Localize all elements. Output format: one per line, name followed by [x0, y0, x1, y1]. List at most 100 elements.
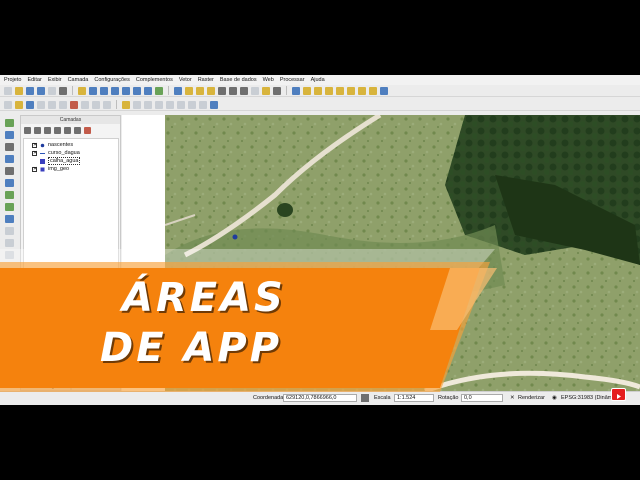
scale-field[interactable]: 1:1.524	[394, 394, 434, 402]
pan-icon[interactable]	[78, 86, 86, 95]
plugin-7-icon[interactable]	[358, 86, 366, 95]
delete-selected-icon[interactable]	[70, 100, 78, 109]
save-edits-icon[interactable]	[26, 100, 34, 109]
text-annotation-icon[interactable]	[273, 86, 281, 95]
current-edits-icon[interactable]	[4, 100, 12, 109]
menu-base-de-dados[interactable]: Base de dados	[220, 77, 257, 83]
plugin-8-icon[interactable]	[369, 86, 377, 95]
add-oracle-icon[interactable]	[4, 179, 14, 187]
refresh-icon[interactable]	[155, 86, 163, 95]
select-by-value-icon[interactable]	[196, 86, 204, 95]
add-vector-icon[interactable]	[4, 119, 14, 127]
plugin-6-icon[interactable]	[347, 86, 355, 95]
remove-layer-icon[interactable]	[84, 126, 91, 134]
layer-item-curso-dagua[interactable]: ✕ curso_dagua	[24, 149, 118, 157]
coordinate-field[interactable]: 629120,0,7866966,0	[283, 394, 357, 402]
layout-manager-icon[interactable]	[59, 86, 67, 95]
add-spatialite-icon[interactable]	[4, 155, 14, 163]
rotation-field[interactable]: 0,0	[461, 394, 503, 402]
save-project-icon[interactable]	[26, 86, 34, 95]
collapse-all-icon[interactable]	[74, 126, 81, 134]
expand-all-icon[interactable]	[64, 126, 71, 134]
toggle-editing-icon[interactable]	[15, 100, 23, 109]
python-console-icon[interactable]	[380, 86, 388, 95]
zoom-out-icon[interactable]	[111, 86, 119, 95]
zoom-layer-icon[interactable]	[133, 86, 141, 95]
layer-item-img-geo[interactable]: ✕ img_geo	[24, 165, 118, 173]
tab-camadas[interactable]: Camadas	[70, 381, 121, 391]
menu-complementos[interactable]: Complementos	[136, 77, 173, 83]
layer-visibility-checkbox[interactable]: ✕	[32, 166, 37, 172]
pan-to-selection-icon[interactable]	[89, 86, 97, 95]
layer-visibility-checkbox[interactable]: ✕	[32, 150, 37, 156]
label-3-icon[interactable]	[144, 100, 152, 109]
map-tips-icon[interactable]	[262, 86, 270, 95]
new-temporary-layer-icon[interactable]	[4, 251, 14, 259]
statistics-icon[interactable]	[229, 86, 237, 95]
deselect-icon[interactable]	[207, 86, 215, 95]
label-6-icon[interactable]	[177, 100, 185, 109]
identify-icon[interactable]	[174, 86, 182, 95]
add-mssql-icon[interactable]	[4, 167, 14, 175]
menu-vetor[interactable]: Vetor	[179, 77, 192, 83]
plugin-3-icon[interactable]	[314, 86, 322, 95]
add-raster-icon[interactable]	[4, 131, 14, 139]
add-postgis-icon[interactable]	[4, 143, 14, 151]
youtube-logo-icon[interactable]	[611, 388, 626, 401]
move-feature-icon[interactable]	[48, 100, 56, 109]
paste-features-icon[interactable]	[103, 100, 111, 109]
plugin-5-icon[interactable]	[336, 86, 344, 95]
measure-icon[interactable]	[240, 86, 248, 95]
label-4-icon[interactable]	[155, 100, 163, 109]
tab-painel-sugestao[interactable]: Painel de sugestão	[20, 381, 71, 391]
menu-camada[interactable]: Camada	[68, 77, 89, 83]
menu-exibir[interactable]: Exibir	[48, 77, 62, 83]
add-wfs-icon[interactable]	[4, 215, 14, 223]
open-project-icon[interactable]	[15, 86, 23, 95]
layer-visibility-checkbox[interactable]: ✕	[32, 142, 37, 148]
new-project-icon[interactable]	[4, 86, 12, 95]
zoom-last-icon[interactable]	[144, 86, 152, 95]
add-wcs-icon[interactable]	[4, 203, 14, 211]
menu-configuracoes[interactable]: Configurações	[94, 77, 129, 83]
render-checkbox[interactable]: ✕	[510, 395, 515, 401]
label-7-icon[interactable]	[188, 100, 196, 109]
menu-web[interactable]: Web	[263, 77, 274, 83]
crs-icon[interactable]: ◉	[552, 395, 557, 401]
menu-raster[interactable]: Raster	[198, 77, 214, 83]
new-shapefile-icon[interactable]	[4, 239, 14, 247]
label-5-icon[interactable]	[166, 100, 174, 109]
label-icon[interactable]	[122, 100, 130, 109]
menu-editar[interactable]: Editar	[27, 77, 41, 83]
annotation-icon[interactable]	[251, 86, 259, 95]
layer-visibility-checkbox[interactable]	[32, 159, 37, 164]
toggle-extents-icon[interactable]	[361, 394, 369, 402]
plugin-icon[interactable]	[292, 86, 300, 95]
filter-legend-icon[interactable]	[44, 126, 51, 134]
zoom-full-icon[interactable]	[122, 86, 130, 95]
menu-projeto[interactable]: Projeto	[4, 77, 21, 83]
label-2-icon[interactable]	[133, 100, 141, 109]
attribute-table-icon[interactable]	[218, 86, 226, 95]
layer-item-nascentes[interactable]: ✕ nascentes	[24, 141, 118, 149]
layer-item-calha-agua[interactable]: calha_agua	[24, 157, 118, 165]
menu-processar[interactable]: Processar	[280, 77, 305, 83]
plugin-2-icon[interactable]	[303, 86, 311, 95]
add-delimited-text-icon[interactable]	[4, 227, 14, 235]
save-as-icon[interactable]	[37, 86, 45, 95]
add-group-icon[interactable]	[34, 126, 41, 134]
copy-features-icon[interactable]	[92, 100, 100, 109]
cut-features-icon[interactable]	[81, 100, 89, 109]
menu-ajuda[interactable]: Ajuda	[311, 77, 325, 83]
filter-expression-icon[interactable]	[54, 126, 61, 134]
label-9-icon[interactable]	[210, 100, 218, 109]
print-layout-icon[interactable]	[48, 86, 56, 95]
add-wms-icon[interactable]	[4, 191, 14, 199]
label-8-icon[interactable]	[199, 100, 207, 109]
plugin-4-icon[interactable]	[325, 86, 333, 95]
select-features-icon[interactable]	[185, 86, 193, 95]
open-styling-icon[interactable]	[24, 126, 31, 134]
add-feature-icon[interactable]	[37, 100, 45, 109]
crs-label[interactable]: EPSG:31983 (Dinâmi	[561, 395, 614, 401]
zoom-in-icon[interactable]	[100, 86, 108, 95]
